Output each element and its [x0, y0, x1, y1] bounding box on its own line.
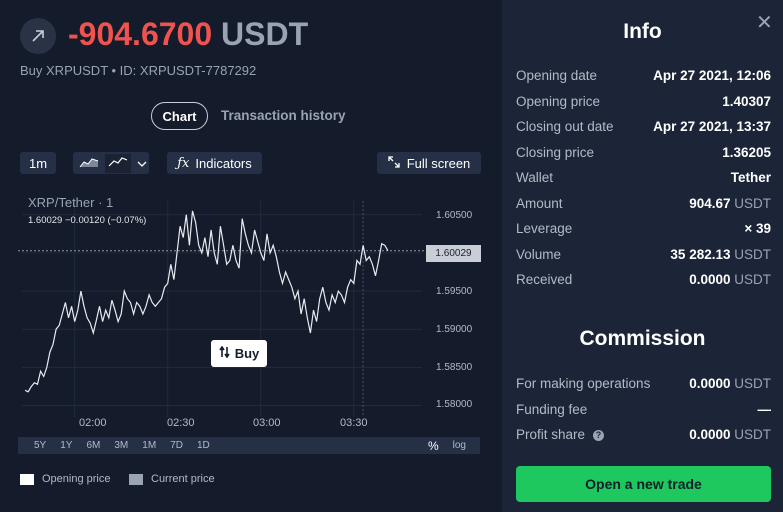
y-tick-label: 1.58000	[436, 399, 473, 410]
info-row-closing-price: Closing price 1.36205	[516, 145, 771, 160]
info-row-closing-date: Closing out date Apr 27 2021, 13:37	[516, 119, 771, 134]
chart-panel: -904.6700 USDT Buy XRPUSDT • ID: XRPUSDT…	[0, 0, 502, 512]
commission-unit: USDT	[734, 427, 771, 442]
info-key: Opening price	[516, 94, 601, 109]
info-row-opening-price: Opening price 1.40307	[516, 94, 771, 109]
trade-direction-icon	[20, 18, 56, 54]
x-tick-label: 03:00	[253, 417, 281, 429]
range-1y[interactable]: 1Y	[60, 440, 72, 451]
interval-button[interactable]: 1m	[20, 152, 56, 174]
log-scale-toggle[interactable]: log	[453, 440, 466, 451]
fullscreen-label: Full screen	[406, 155, 471, 171]
range-1d[interactable]: 1D	[197, 440, 210, 451]
percent-scale-toggle[interactable]: %	[428, 439, 439, 453]
commission-key: For making operations	[516, 376, 651, 391]
x-tick-label: 02:00	[79, 417, 107, 429]
close-icon[interactable]: ✕	[756, 10, 773, 35]
commission-value: —	[757, 402, 772, 417]
commission-key: Profit share	[516, 427, 586, 442]
pnl-currency: USDT	[221, 16, 309, 52]
info-unit: USDT	[734, 272, 771, 287]
commission-value: 0.0000	[689, 376, 731, 391]
chart-pair-label: XRP/Tether · 1	[28, 195, 114, 210]
commission-title: Commission	[579, 327, 706, 350]
info-value: 35 282.13	[670, 247, 731, 262]
indicators-button[interactable]: ƒx Indicators	[167, 152, 262, 174]
y-tick-label: 1.59500	[436, 286, 473, 297]
line-chart-icon[interactable]	[105, 153, 131, 173]
info-row-opening-date: Opening date Apr 27 2021, 12:06	[516, 68, 771, 83]
y-tick-label: 1.59000	[436, 324, 473, 335]
function-icon: ƒx	[177, 155, 190, 171]
info-row-volume: Volume 35 282.13 USDT	[516, 247, 771, 262]
commission-unit: USDT	[734, 376, 771, 391]
tab-transaction-history[interactable]: Transaction history	[221, 108, 346, 123]
pnl-display: -904.6700 USDT	[68, 16, 308, 53]
info-row-received: Received 0.0000 USDT	[516, 272, 771, 287]
range-6m[interactable]: 6M	[86, 440, 100, 451]
expand-icon	[388, 155, 400, 171]
info-key: Received	[516, 272, 573, 287]
range-7d[interactable]: 7D	[170, 440, 183, 451]
commission-value: 0.0000	[689, 427, 731, 442]
fullscreen-button[interactable]: Full screen	[377, 152, 481, 174]
buy-arrows-icon	[219, 345, 231, 361]
y-tick-label: 1.60500	[436, 210, 473, 221]
y-tick-label: 1.58500	[436, 362, 473, 373]
x-tick-label: 02:30	[167, 417, 195, 429]
trade-subtitle: Buy XRPUSDT • ID: XRPUSDT-7787292	[20, 63, 257, 78]
info-value: 1.40307	[722, 94, 771, 109]
legend-swatch	[20, 473, 34, 485]
chevron-down-icon[interactable]	[137, 156, 147, 171]
info-value: 1.36205	[722, 145, 771, 160]
info-unit: USDT	[734, 196, 771, 211]
range-3m[interactable]: 3M	[114, 440, 128, 451]
info-value: × 39	[744, 221, 771, 236]
chart-ohlc-readout: 1.60029 −0.00120 (−0.07%)	[28, 215, 147, 226]
info-value: 904.67	[689, 196, 731, 211]
buy-marker-label: Buy	[234, 346, 260, 361]
legend-current: Current price	[129, 473, 215, 485]
info-panel: Info ✕ Opening date Apr 27 2021, 12:06 O…	[502, 0, 783, 512]
info-key: Leverage	[516, 221, 573, 236]
info-value: 0.0000	[689, 272, 731, 287]
indicators-label: Indicators	[195, 155, 252, 171]
buy-marker[interactable]: Buy	[211, 340, 267, 367]
info-key: Closing price	[516, 145, 595, 160]
info-value: Apr 27 2021, 13:37	[653, 119, 771, 134]
tab-chart[interactable]: Chart	[151, 102, 208, 130]
info-key: Opening date	[516, 68, 598, 83]
area-chart-icon[interactable]	[79, 156, 99, 171]
info-value: Apr 27 2021, 12:06	[653, 68, 771, 83]
info-title: Info	[623, 20, 662, 43]
info-key: Volume	[516, 247, 562, 262]
legend-label: Opening price	[42, 473, 111, 485]
commission-row-funding: Funding fee —	[516, 402, 771, 417]
current-price-tag: 1.60029	[426, 245, 481, 262]
time-range-bar: 5Y 1Y 6M 3M 1M 7D 1D % log	[18, 437, 480, 454]
open-new-trade-button[interactable]: Open a new trade	[516, 466, 771, 502]
info-row-wallet: Wallet Tether	[516, 170, 771, 185]
price-series-line	[24, 210, 389, 393]
info-unit: USDT	[734, 247, 771, 262]
info-key: Closing out date	[516, 119, 614, 134]
commission-row-profit-share: Profit share? 0.0000 USDT	[516, 427, 771, 442]
info-key: Amount	[516, 196, 563, 211]
info-row-amount: Amount 904.67 USDT	[516, 196, 771, 211]
commission-row-operations: For making operations 0.0000 USDT	[516, 376, 771, 391]
chart-type-selector[interactable]	[73, 152, 149, 174]
help-icon[interactable]: ?	[593, 429, 605, 441]
legend-swatch	[129, 473, 143, 485]
info-value: Tether	[730, 170, 771, 185]
info-key: Wallet	[516, 170, 554, 185]
commission-key: Funding fee	[516, 402, 588, 417]
info-row-leverage: Leverage × 39	[516, 221, 771, 236]
x-tick-label: 03:30	[340, 417, 368, 429]
range-1m[interactable]: 1M	[142, 440, 156, 451]
pnl-value: -904.6700	[68, 16, 213, 52]
range-5y[interactable]: 5Y	[34, 440, 46, 451]
legend-label: Current price	[151, 473, 215, 485]
legend-opening: Opening price	[20, 473, 111, 485]
